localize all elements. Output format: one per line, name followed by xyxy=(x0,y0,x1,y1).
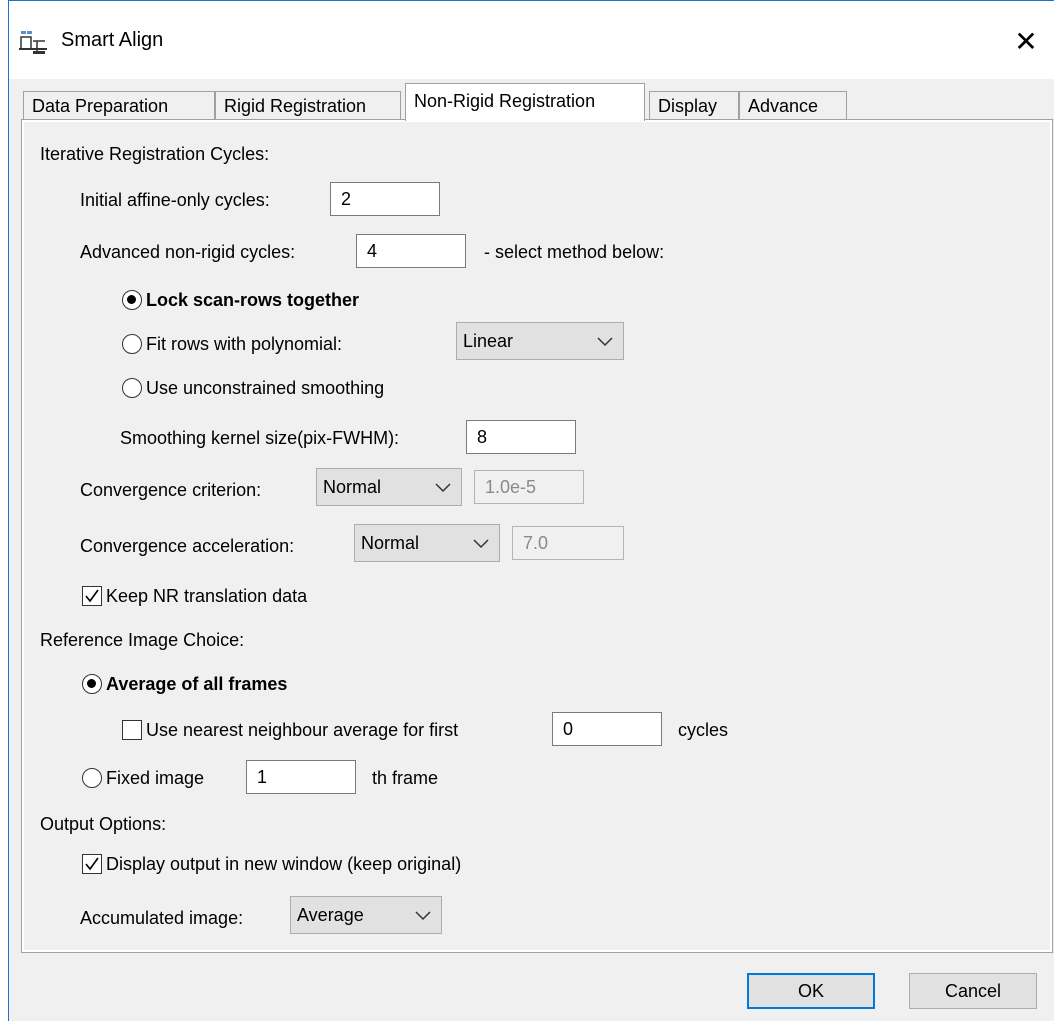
lock-rows-label: Lock scan-rows together xyxy=(146,290,360,310)
close-button[interactable]: ✕ xyxy=(998,17,1054,67)
keep-nr-checkbox[interactable] xyxy=(82,586,102,606)
nonrigid-cycles-label: Advanced non-rigid cycles: xyxy=(80,242,296,262)
ok-button[interactable]: OK xyxy=(747,973,875,1009)
tab-rigid-registration[interactable]: Rigid Registration xyxy=(215,91,401,119)
polynomial-select-value: Linear xyxy=(463,331,514,351)
tab-display[interactable]: Display xyxy=(649,91,739,119)
unconstrained-label: Use unconstrained smoothing xyxy=(146,378,385,398)
tab-panel-content: Iterative Registration Cycles: Initial a… xyxy=(24,122,1050,950)
nearest-neighbour-label: Use nearest neighbour average for first xyxy=(146,720,459,740)
window-title: Smart Align xyxy=(61,29,164,51)
fit-polynomial-label: Fit rows with polynomial: xyxy=(146,334,343,354)
accumulated-label: Accumulated image: xyxy=(80,908,244,928)
checkmark-icon xyxy=(85,589,99,603)
app-icon xyxy=(19,31,47,54)
polynomial-select[interactable]: Linear xyxy=(456,322,624,360)
cancel-button[interactable]: Cancel xyxy=(909,973,1037,1009)
output-heading: Output Options: xyxy=(40,814,167,834)
criterion-select-value: Normal xyxy=(323,477,382,497)
chevron-down-icon xyxy=(435,483,451,493)
nonrigid-hint: - select method below: xyxy=(484,242,665,262)
tab-panel: Iterative Registration Cycles: Initial a… xyxy=(21,119,1053,953)
tab-data-preparation[interactable]: Data Preparation xyxy=(23,91,215,119)
kernel-size-label: Smoothing kernel size(pix-FWHM): xyxy=(120,428,400,448)
display-new-window-checkbox[interactable] xyxy=(82,854,102,874)
radio-fixed-image[interactable] xyxy=(82,768,102,788)
reference-heading: Reference Image Choice: xyxy=(40,630,245,650)
nearest-neighbour-checkbox[interactable] xyxy=(122,720,142,740)
accumulated-select-value: Average xyxy=(297,905,364,925)
radio-unconstrained[interactable] xyxy=(122,378,142,398)
fixed-image-suffix: th frame xyxy=(372,768,439,788)
radio-lock-rows[interactable] xyxy=(122,290,142,310)
criterion-label: Convergence criterion: xyxy=(80,480,262,500)
nearest-neighbour-suffix: cycles xyxy=(678,720,729,740)
tab-non-rigid-registration[interactable]: Non-Rigid Registration xyxy=(405,83,645,121)
display-new-window-label: Display output in new window (keep origi… xyxy=(106,854,462,874)
dialog-footer: OK Cancel xyxy=(9,953,1054,1021)
criterion-select[interactable]: Normal xyxy=(316,468,462,506)
checkmark-icon xyxy=(85,857,99,871)
chevron-down-icon xyxy=(415,911,431,921)
tab-advance[interactable]: Advance xyxy=(739,91,847,119)
criterion-value-input: 1.0e-5 xyxy=(474,470,584,504)
nonrigid-cycles-input[interactable]: 4 xyxy=(356,234,466,268)
fixed-image-input[interactable]: 1 xyxy=(246,760,356,794)
kernel-size-input[interactable]: 8 xyxy=(466,420,576,454)
average-frames-label: Average of all frames xyxy=(106,674,288,694)
chevron-down-icon xyxy=(473,539,489,549)
smart-align-dialog: Smart Align ✕ Data Preparation Rigid Reg… xyxy=(8,0,1054,1021)
affine-cycles-input[interactable]: 2 xyxy=(330,182,440,216)
acceleration-value-input: 7.0 xyxy=(512,526,624,560)
acceleration-select[interactable]: Normal xyxy=(354,524,500,562)
radio-average-frames[interactable] xyxy=(82,674,102,694)
chevron-down-icon xyxy=(597,337,613,347)
accumulated-select[interactable]: Average xyxy=(290,896,442,934)
radio-fit-polynomial[interactable] xyxy=(122,334,142,354)
tab-bar: Data Preparation Rigid Registration Non-… xyxy=(9,79,1054,121)
fixed-image-label: Fixed image xyxy=(106,768,205,788)
nearest-neighbour-input[interactable]: 0 xyxy=(552,712,662,746)
acceleration-select-value: Normal xyxy=(361,533,420,553)
iterative-heading: Iterative Registration Cycles: xyxy=(40,144,270,164)
acceleration-label: Convergence acceleration: xyxy=(80,536,295,556)
title-bar: Smart Align ✕ xyxy=(9,1,1054,79)
keep-nr-label: Keep NR translation data xyxy=(106,586,308,606)
close-icon: ✕ xyxy=(1014,26,1038,57)
affine-cycles-label: Initial affine-only cycles: xyxy=(80,190,270,210)
